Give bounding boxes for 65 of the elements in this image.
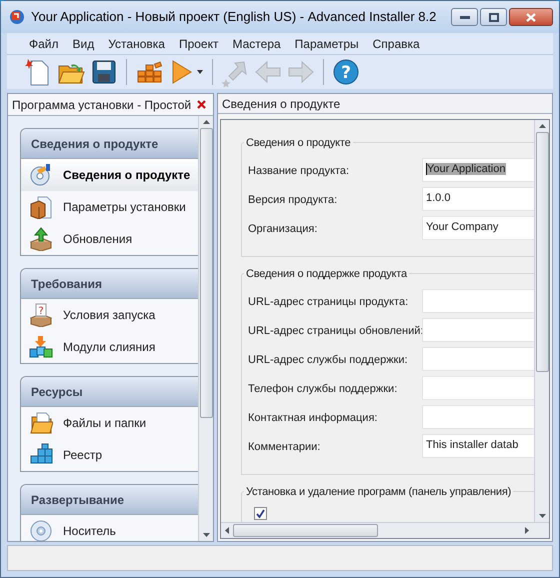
nav-item[interactable]: Файлы и папки xyxy=(21,407,198,439)
nav-item[interactable]: Обновления xyxy=(21,223,198,255)
app-logo-icon xyxy=(9,9,25,25)
nav-item[interactable]: Носитель xyxy=(21,515,198,541)
nav-item[interactable]: Параметры установки xyxy=(21,191,198,223)
field-label: Организация: xyxy=(248,222,318,238)
window-title: Your Application - Новый проект (English US) - Advanced Installer 8.2 xyxy=(31,8,436,26)
text-field[interactable] xyxy=(422,376,534,400)
nav-item[interactable]: Сведения о продукте xyxy=(21,159,198,191)
scrollbar[interactable] xyxy=(221,522,549,538)
field-label: URL-адрес страницы обновлений: xyxy=(248,324,422,340)
group-header[interactable]: Сведения о продукте xyxy=(21,129,198,159)
text-field[interactable] xyxy=(422,318,534,342)
folder-icon xyxy=(29,411,53,435)
scrollbar-thumb[interactable] xyxy=(233,524,378,537)
scrollbar-thumb[interactable] xyxy=(200,128,212,418)
close-icon[interactable] xyxy=(197,100,206,109)
maximize-icon xyxy=(488,12,498,22)
field-label: Версия продукта: xyxy=(248,193,338,208)
box-icon xyxy=(29,227,53,251)
help-icon[interactable]: ? xyxy=(331,57,361,87)
checkbox[interactable] xyxy=(254,507,267,520)
pane-title: Программа установки - Простой xyxy=(12,96,192,114)
field-label: Название продукта: xyxy=(248,164,350,180)
menu-item[interactable]: Мастера xyxy=(226,34,287,52)
field-label: URL-адрес страницы продукта: xyxy=(248,295,410,310)
text-field[interactable]: Your Application xyxy=(422,158,534,182)
group-title: Установка и удаление программ (панель управления) xyxy=(244,484,514,500)
box-icon xyxy=(29,195,53,219)
field-label: URL-адрес службы поддержки: xyxy=(248,353,409,368)
field-label: Контактная информация: xyxy=(248,411,378,426)
pane-title: Сведения о продукте xyxy=(222,96,340,112)
text-field[interactable]: This installer datab xyxy=(422,434,534,458)
text-field[interactable]: Your Company xyxy=(422,216,534,240)
group-title: Сведения о продукте xyxy=(244,135,353,152)
nav-item[interactable]: Реестр xyxy=(21,439,198,471)
menu-item[interactable]: Файл xyxy=(23,34,65,52)
maximize-button[interactable] xyxy=(480,8,507,26)
cubes-icon xyxy=(29,335,53,359)
check-icon xyxy=(256,509,265,518)
close-icon xyxy=(526,12,536,22)
scrollbar[interactable] xyxy=(534,120,549,522)
field-label: Телефон службы поддержки: xyxy=(248,382,398,398)
minimize-icon xyxy=(460,15,470,19)
scrollbar-thumb[interactable] xyxy=(536,132,548,372)
text-field[interactable] xyxy=(422,404,534,428)
text-field[interactable]: 1.0.0 xyxy=(422,186,534,210)
disc-icon xyxy=(29,163,53,187)
text-field[interactable] xyxy=(422,346,534,370)
field-label: Комментарии: xyxy=(248,440,322,456)
group-header[interactable]: Развертывание xyxy=(21,485,198,515)
group-header[interactable]: Требования xyxy=(21,269,198,299)
group-title: Сведения о поддержке продукта xyxy=(244,266,409,282)
scrollbar[interactable] xyxy=(198,116,213,541)
menu-item[interactable]: Параметры xyxy=(288,34,365,52)
close-button[interactable] xyxy=(509,8,553,26)
minimize-button[interactable] xyxy=(451,8,478,26)
menu-item[interactable]: Проект xyxy=(172,34,224,52)
nav-item[interactable]: ? Условия запуска xyxy=(21,299,198,331)
nav-item[interactable]: Модули слияния xyxy=(21,331,198,363)
menu-item[interactable]: Справка xyxy=(366,34,426,52)
group-header[interactable]: Ресурсы xyxy=(21,377,198,407)
menu-item[interactable]: Вид xyxy=(66,34,100,52)
menu-item[interactable]: Установка xyxy=(102,34,171,52)
text-field[interactable] xyxy=(422,288,534,312)
